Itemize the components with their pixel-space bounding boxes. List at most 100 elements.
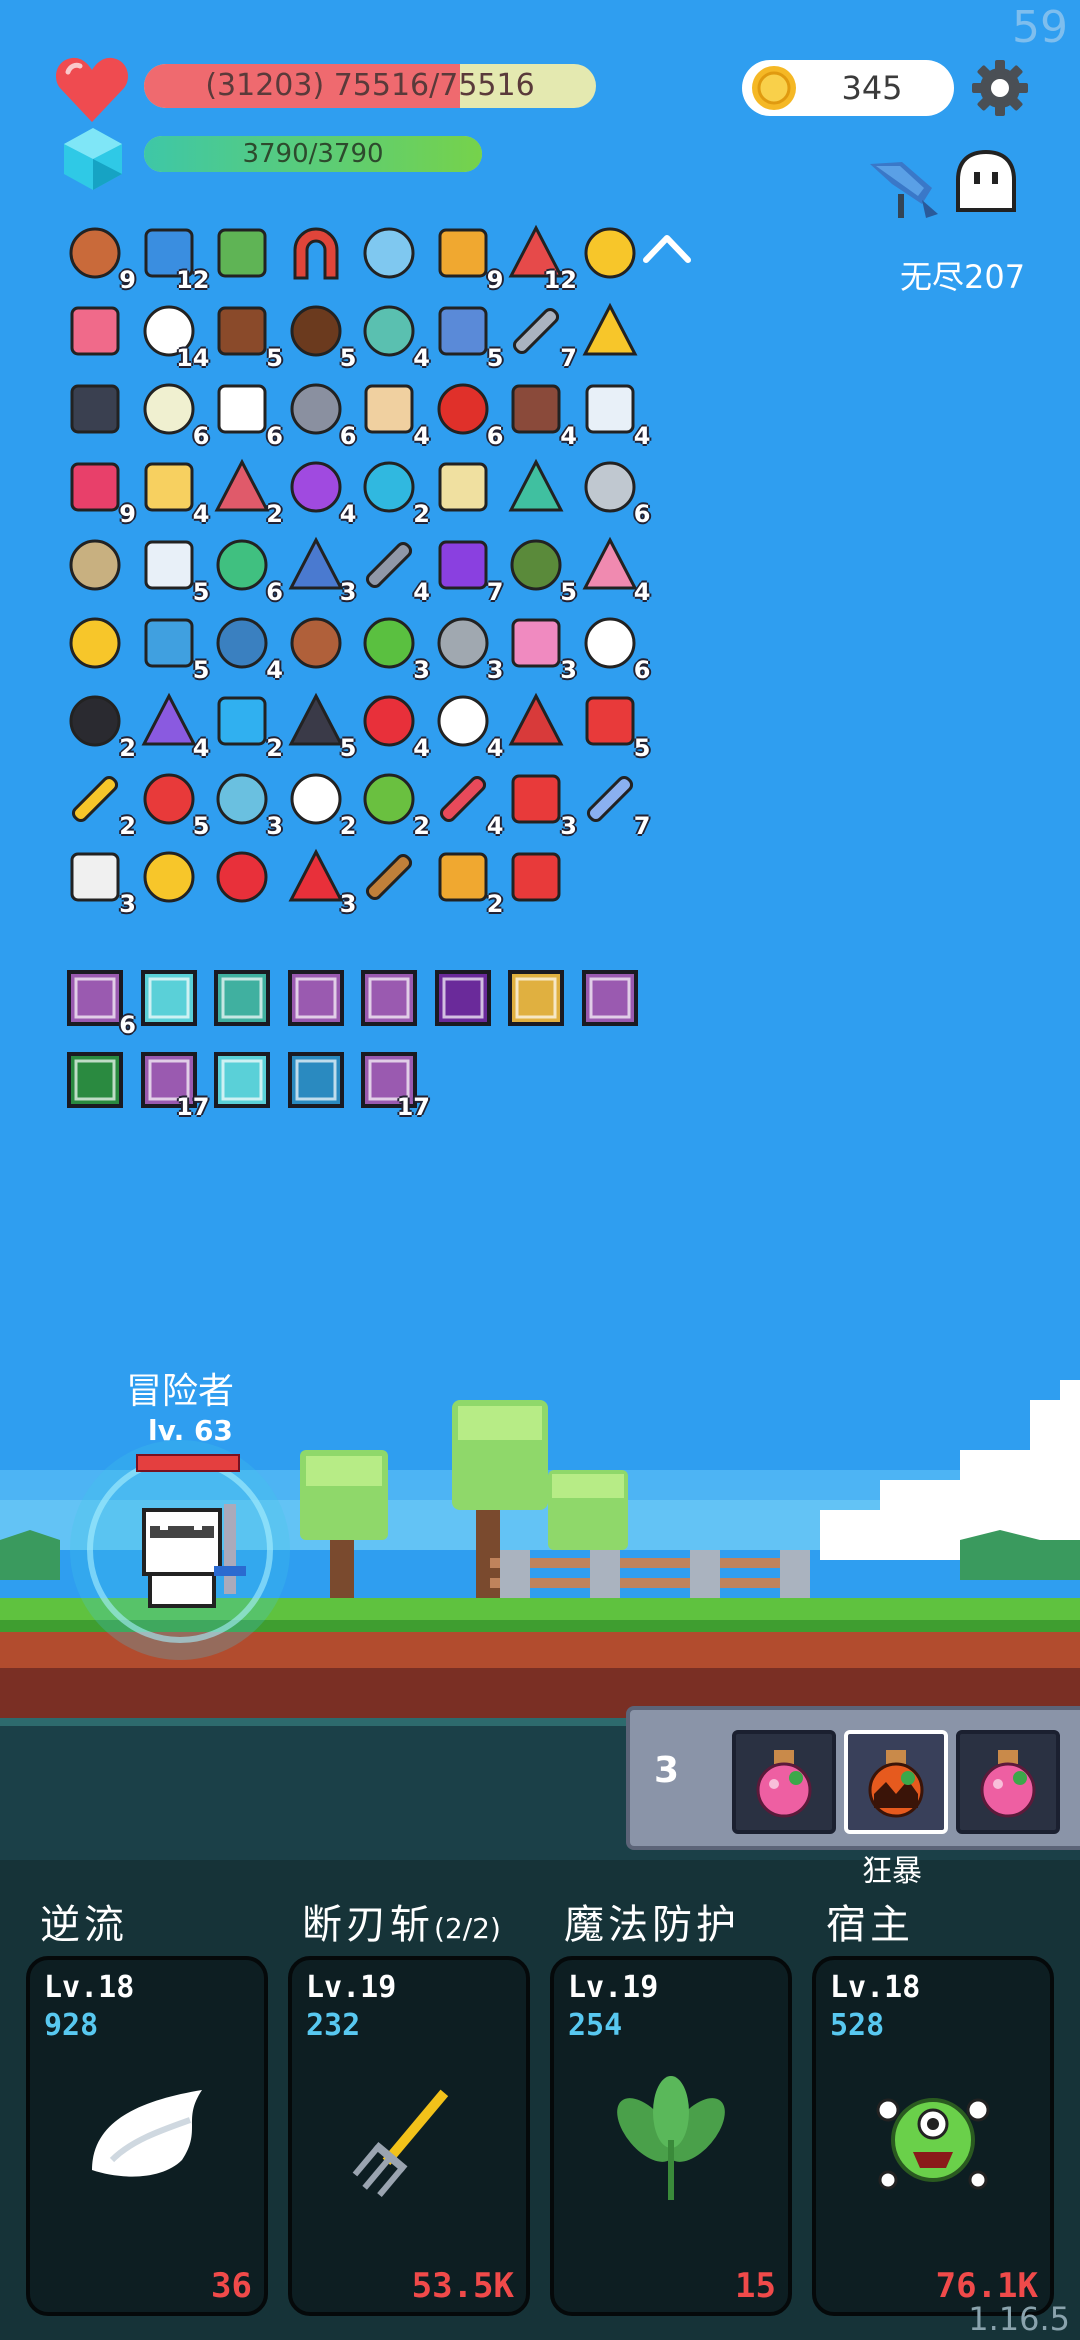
item-count: 5 xyxy=(633,734,651,762)
item-slot[interactable] xyxy=(62,376,128,442)
item-slot[interactable]: 4 xyxy=(136,688,210,762)
item-slot[interactable]: 4 xyxy=(503,376,577,450)
item-slot[interactable] xyxy=(283,610,349,676)
item-slot[interactable] xyxy=(503,454,569,520)
item-slot[interactable]: 2 xyxy=(430,844,504,918)
item-slot[interactable] xyxy=(209,844,275,910)
item-slot[interactable]: 5 xyxy=(136,610,210,684)
card-slot[interactable]: 6 xyxy=(62,965,136,1039)
item-slot[interactable] xyxy=(503,688,569,754)
potion-slot-3[interactable] xyxy=(956,1730,1060,1834)
card-slot[interactable] xyxy=(283,1047,349,1113)
item-slot[interactable]: 5 xyxy=(283,688,357,762)
potion-slot-rage[interactable] xyxy=(844,1730,948,1834)
item-slot[interactable]: 5 xyxy=(430,298,504,372)
ghost-mode-icon[interactable] xyxy=(950,146,1022,218)
item-slot[interactable] xyxy=(62,298,128,364)
skill-card[interactable]: Lv.19 254 15 xyxy=(550,1956,792,2316)
item-slot[interactable]: 6 xyxy=(283,376,357,450)
item-slot[interactable]: 7 xyxy=(503,298,577,372)
item-slot[interactable]: 4 xyxy=(577,376,651,450)
item-slot[interactable]: 4 xyxy=(577,532,651,606)
card-slot[interactable] xyxy=(136,965,202,1031)
card-slot[interactable] xyxy=(209,1047,275,1113)
card-slot[interactable] xyxy=(577,965,643,1031)
card-slot[interactable] xyxy=(209,965,275,1031)
skill-card[interactable]: Lv.18 528 76.1K xyxy=(812,1956,1054,2316)
item-slot[interactable] xyxy=(356,220,422,286)
card-slot[interactable]: 17 xyxy=(356,1047,430,1121)
item-slot[interactable]: 12 xyxy=(503,220,577,294)
item-count: 3 xyxy=(339,578,357,606)
item-slot[interactable]: 3 xyxy=(430,610,504,684)
item-slot[interactable]: 3 xyxy=(503,610,577,684)
version-label: 1.16.5 xyxy=(968,2300,1070,2338)
item-slot[interactable]: 6 xyxy=(577,610,651,684)
item-slot[interactable]: 6 xyxy=(430,376,504,450)
item-slot[interactable]: 4 xyxy=(356,688,430,762)
item-slot[interactable]: 2 xyxy=(62,688,136,762)
item-slot[interactable]: 6 xyxy=(577,454,651,528)
slash-card-icon xyxy=(287,970,344,1026)
item-slot[interactable] xyxy=(283,220,349,286)
card-slot[interactable] xyxy=(283,965,349,1031)
item-slot[interactable]: 5 xyxy=(136,532,210,606)
item-slot[interactable]: 2 xyxy=(356,766,430,840)
item-slot[interactable]: 3 xyxy=(283,844,357,918)
potion-slot-1[interactable] xyxy=(732,1730,836,1834)
item-slot[interactable]: 2 xyxy=(209,688,283,762)
item-slot[interactable]: 3 xyxy=(503,766,577,840)
card-slot[interactable] xyxy=(503,965,569,1031)
item-slot[interactable]: 9 xyxy=(62,220,136,294)
item-slot[interactable]: 4 xyxy=(356,532,430,606)
card-slot[interactable] xyxy=(356,965,422,1031)
item-slot[interactable] xyxy=(577,298,643,364)
item-slot[interactable] xyxy=(577,220,643,286)
skill-card[interactable]: Lv.19 232 53.5K xyxy=(288,1956,530,2316)
item-slot[interactable] xyxy=(209,220,275,286)
item-slot[interactable] xyxy=(136,844,202,910)
item-slot[interactable]: 3 xyxy=(62,844,136,918)
item-slot[interactable]: 9 xyxy=(430,220,504,294)
item-slot[interactable] xyxy=(62,532,128,598)
item-slot[interactable]: 4 xyxy=(136,454,210,528)
item-slot[interactable]: 4 xyxy=(430,688,504,762)
card-slot[interactable] xyxy=(430,965,496,1031)
item-slot[interactable]: 5 xyxy=(209,298,283,372)
item-slot[interactable]: 6 xyxy=(209,532,283,606)
settings-gear-icon[interactable] xyxy=(970,58,1030,118)
item-slot[interactable]: 9 xyxy=(62,454,136,528)
item-slot[interactable]: 7 xyxy=(430,532,504,606)
item-slot[interactable] xyxy=(430,454,496,520)
item-slot[interactable]: 4 xyxy=(209,610,283,684)
card-slot[interactable] xyxy=(62,1047,128,1113)
item-slot[interactable]: 4 xyxy=(283,454,357,528)
item-slot[interactable]: 4 xyxy=(356,298,430,372)
card-slot[interactable]: 17 xyxy=(136,1047,210,1121)
item-slot[interactable]: 6 xyxy=(136,376,210,450)
item-slot[interactable]: 12 xyxy=(136,220,210,294)
fish-sword-icon[interactable] xyxy=(862,144,944,226)
collapse-chevron-up-icon[interactable] xyxy=(642,232,692,266)
item-slot[interactable]: 2 xyxy=(209,454,283,528)
item-slot[interactable]: 5 xyxy=(136,766,210,840)
item-slot[interactable]: 2 xyxy=(62,766,136,840)
item-slot[interactable]: 3 xyxy=(356,610,430,684)
item-slot[interactable]: 2 xyxy=(283,766,357,840)
item-slot[interactable]: 6 xyxy=(209,376,283,450)
item-slot[interactable]: 4 xyxy=(430,766,504,840)
item-slot[interactable]: 14 xyxy=(136,298,210,372)
item-slot[interactable] xyxy=(62,610,128,676)
item-slot[interactable]: 3 xyxy=(209,766,283,840)
item-slot[interactable]: 2 xyxy=(356,454,430,528)
item-slot[interactable]: 5 xyxy=(283,298,357,372)
item-slot[interactable]: 4 xyxy=(356,376,430,450)
skill-card[interactable]: Lv.18 928 36 xyxy=(26,1956,268,2316)
item-slot[interactable] xyxy=(503,844,569,910)
item-slot[interactable]: 3 xyxy=(283,532,357,606)
item-slot[interactable]: 5 xyxy=(577,688,651,762)
crest-shield-icon xyxy=(508,692,564,746)
item-slot[interactable] xyxy=(356,844,422,910)
item-slot[interactable]: 5 xyxy=(503,532,577,606)
item-slot[interactable]: 7 xyxy=(577,766,651,840)
